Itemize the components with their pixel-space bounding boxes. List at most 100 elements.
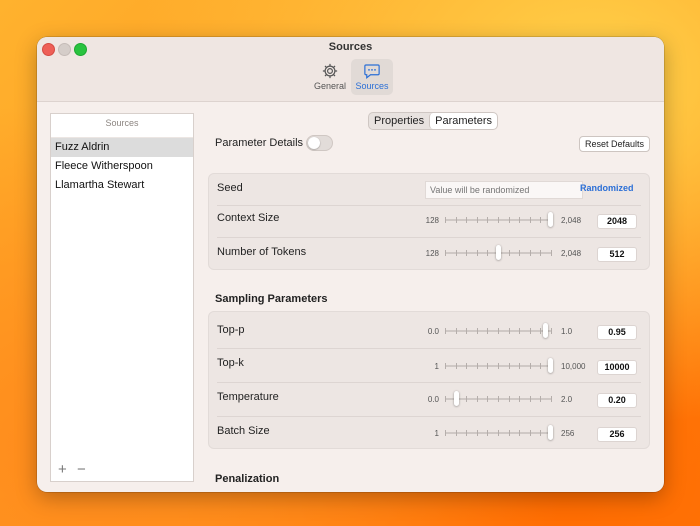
temperature-slider[interactable]	[445, 391, 552, 406]
slider-thumb[interactable]	[496, 245, 501, 260]
slider-tick	[551, 396, 552, 402]
toolbar-general-label: General	[313, 81, 347, 91]
slider-tick	[498, 363, 499, 369]
batch-size-min: 1	[434, 429, 439, 438]
batch-size-slider[interactable]	[445, 425, 553, 440]
top-p-value[interactable]: 0.95	[597, 325, 637, 340]
slider-tick	[445, 396, 446, 402]
toolbar-sources-button[interactable]: Sources	[351, 59, 393, 95]
title-bar: Sources General Sources	[37, 37, 664, 102]
sampling-group: Top-p 0.0 1.0 0.95 Top-k 1 10,000 10000 …	[208, 311, 650, 449]
temperature-label: Temperature	[217, 391, 279, 403]
slider-tick	[445, 328, 446, 334]
top-p-max: 1.0	[561, 327, 573, 336]
context-size-min: 128	[425, 216, 439, 225]
top-k-min: 1	[434, 362, 439, 371]
chat-bubble-icon	[364, 64, 380, 79]
slider-tick	[477, 217, 478, 223]
slider-tick	[456, 217, 457, 223]
randomized-badge[interactable]: Randomized	[580, 183, 634, 193]
top-p-row: Top-p 0.0 1.0 0.95	[209, 312, 649, 346]
slider-tick	[487, 250, 488, 256]
context-size-slider[interactable]	[445, 212, 553, 227]
toolbar-general-button[interactable]: General	[310, 59, 350, 95]
slider-tick	[540, 430, 541, 436]
slider-tick	[530, 250, 531, 256]
sidebar-item-fuzz-aldrin[interactable]: Fuzz Aldrin	[51, 138, 193, 157]
slider-tick	[498, 328, 499, 334]
slider-tick	[487, 396, 488, 402]
batch-size-value[interactable]: 256	[597, 427, 637, 442]
tab-properties[interactable]: Properties	[369, 113, 429, 129]
slider-tick	[445, 250, 446, 256]
slider-tick	[456, 430, 457, 436]
reset-defaults-button[interactable]: Reset Defaults	[579, 136, 651, 152]
tokens-slider[interactable]	[445, 245, 552, 260]
slider-tick	[477, 363, 478, 369]
slider-tick	[487, 217, 488, 223]
parameter-details-toggle[interactable]	[306, 135, 333, 151]
batch-size-row: Batch Size 1 256 256	[209, 417, 649, 448]
top-p-min: 0.0	[427, 327, 439, 336]
slider-tick	[519, 363, 520, 369]
seed-row: Seed Randomized	[209, 174, 649, 205]
slider-thumb[interactable]	[548, 212, 553, 227]
top-k-value[interactable]: 10000	[597, 360, 637, 375]
temperature-max: 2.0	[561, 395, 573, 404]
toolbar-sources-label: Sources	[355, 81, 389, 91]
window-title: Sources	[328, 41, 373, 53]
slider-tick	[551, 250, 552, 256]
slider-tick	[519, 430, 520, 436]
sidebar-item-llamartha-stewart[interactable]: Llamartha Stewart	[51, 176, 193, 195]
slider-tick	[477, 250, 478, 256]
slider-tick	[466, 363, 467, 369]
temperature-value[interactable]: 0.20	[597, 393, 637, 408]
slider-tick	[519, 217, 520, 223]
slider-thumb[interactable]	[548, 425, 553, 440]
seed-input[interactable]	[425, 181, 583, 199]
batch-size-max: 256	[561, 429, 575, 438]
slider-tick	[509, 250, 510, 256]
tokens-max: 2,048	[561, 249, 582, 258]
slider-thumb[interactable]	[454, 391, 459, 406]
slider-tick	[509, 363, 510, 369]
context-size-value[interactable]: 2048	[597, 214, 637, 229]
slider-tick	[530, 217, 531, 223]
sources-sidebar: Sources Fuzz Aldrin Fleece Witherspoon L…	[50, 113, 194, 482]
slider-tick	[498, 217, 499, 223]
slider-tick	[456, 250, 457, 256]
slider-tick	[540, 396, 541, 402]
slider-tick	[487, 363, 488, 369]
context-size-label: Context Size	[217, 212, 280, 224]
slider-tick	[445, 217, 446, 223]
slider-tick	[477, 396, 478, 402]
slider-thumb[interactable]	[548, 358, 553, 373]
slider-tick	[456, 328, 457, 334]
slider-tick	[540, 250, 541, 256]
tokens-label: Number of Tokens	[217, 246, 307, 258]
slider-tick	[456, 363, 457, 369]
penalization-section-title: Penalization	[215, 473, 280, 485]
tokens-min: 128	[425, 249, 439, 258]
seed-label: Seed	[217, 182, 243, 194]
temperature-min: 0.0	[427, 395, 439, 404]
top-k-label: Top-k	[217, 357, 244, 369]
add-source-button[interactable]: +	[58, 461, 67, 478]
sidebar-header: Sources	[51, 118, 193, 138]
sidebar-item-fleece-witherspoon[interactable]: Fleece Witherspoon	[51, 157, 193, 176]
slider-tick	[466, 396, 467, 402]
top-k-slider[interactable]	[445, 358, 553, 373]
slider-tick	[540, 328, 541, 334]
slider-tick	[466, 430, 467, 436]
slider-tick	[509, 328, 510, 334]
slider-tick	[445, 430, 446, 436]
sidebar-footer: + −	[51, 459, 193, 481]
tab-parameters[interactable]: Parameters	[429, 113, 497, 129]
slider-tick	[466, 250, 467, 256]
top-p-slider[interactable]	[445, 323, 552, 338]
tokens-value[interactable]: 512	[597, 247, 637, 262]
slider-tick	[466, 328, 467, 334]
remove-source-button[interactable]: −	[77, 461, 86, 478]
slider-thumb[interactable]	[543, 323, 548, 338]
batch-size-label: Batch Size	[217, 425, 270, 437]
